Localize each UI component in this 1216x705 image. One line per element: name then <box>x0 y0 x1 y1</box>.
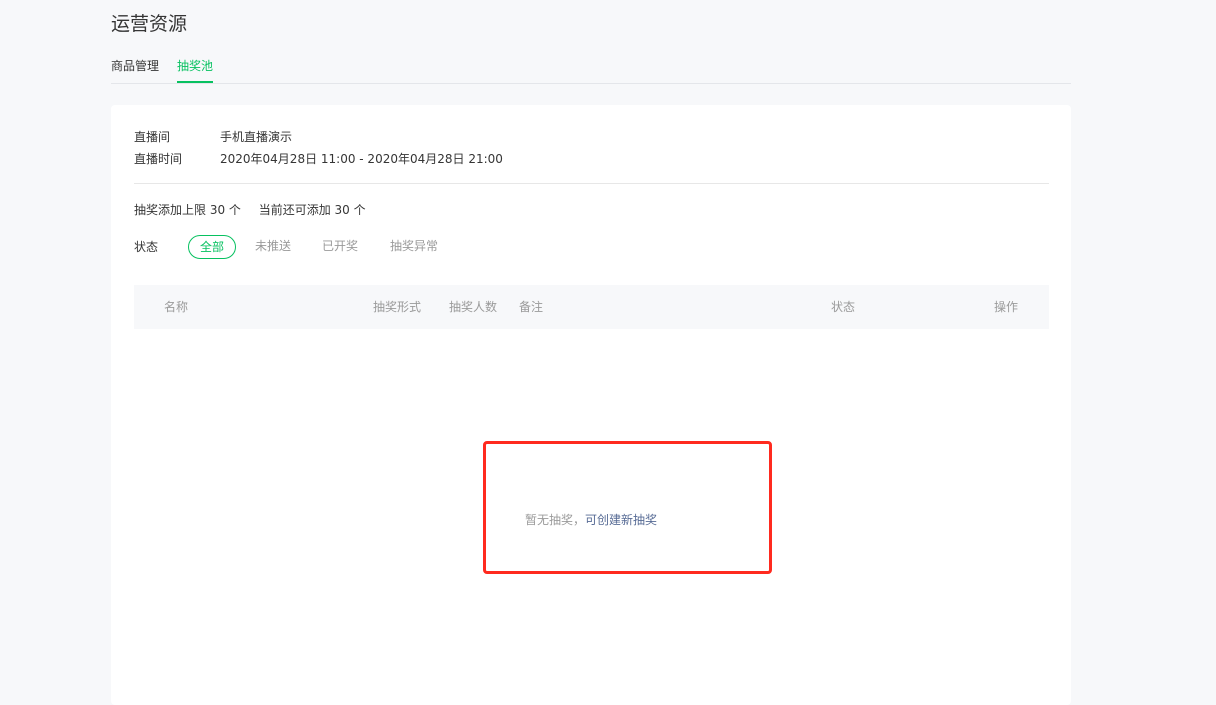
column-actions: 操作 <box>994 300 1019 314</box>
tab-bar: 商品管理 抽奖池 <box>111 57 1071 84</box>
empty-state: 暂无抽奖，可创建新抽奖 <box>525 511 657 529</box>
live-room-value: 手机直播演示 <box>220 130 293 144</box>
live-time-label: 直播时间 <box>134 152 183 166</box>
lottery-remaining: 当前还可添加 30 个 <box>258 203 366 217</box>
live-room-label: 直播间 <box>134 130 171 144</box>
live-time-value: 2020年04月28日 11:00 - 2020年04月28日 21:00 <box>220 152 503 166</box>
status-filter-label: 状态 <box>134 240 159 254</box>
empty-state-message: 暂无抽奖， <box>525 513 586 527</box>
divider <box>134 183 1049 184</box>
create-lottery-link[interactable]: 可创建新抽奖 <box>585 513 657 527</box>
status-filter-all[interactable]: 全部 <box>188 235 236 259</box>
column-name: 名称 <box>164 300 189 314</box>
status-filter-drawn[interactable]: 已开奖 <box>322 235 358 257</box>
status-filter-not-pushed[interactable]: 未推送 <box>255 235 291 257</box>
column-remark: 备注 <box>519 300 544 314</box>
lottery-max-limit: 抽奖添加上限 30 个 <box>134 203 241 217</box>
tab-lottery-pool[interactable]: 抽奖池 <box>177 57 214 83</box>
status-filter-error[interactable]: 抽奖异常 <box>390 235 438 257</box>
tab-product-management[interactable]: 商品管理 <box>111 57 159 82</box>
page-title: 运营资源 <box>111 13 188 35</box>
column-status: 状态 <box>831 300 856 314</box>
lottery-pool-card: 直播间 手机直播演示 直播时间 2020年04月28日 11:00 - 2020… <box>111 105 1071 705</box>
column-lottery-type: 抽奖形式 <box>373 300 422 314</box>
lottery-limit-info: 抽奖添加上限 30 个 当前还可添加 30 个 <box>134 201 366 219</box>
column-winner-count: 抽奖人数 <box>449 300 498 314</box>
table-header: 名称 抽奖形式 抽奖人数 备注 状态 操作 <box>134 285 1049 329</box>
